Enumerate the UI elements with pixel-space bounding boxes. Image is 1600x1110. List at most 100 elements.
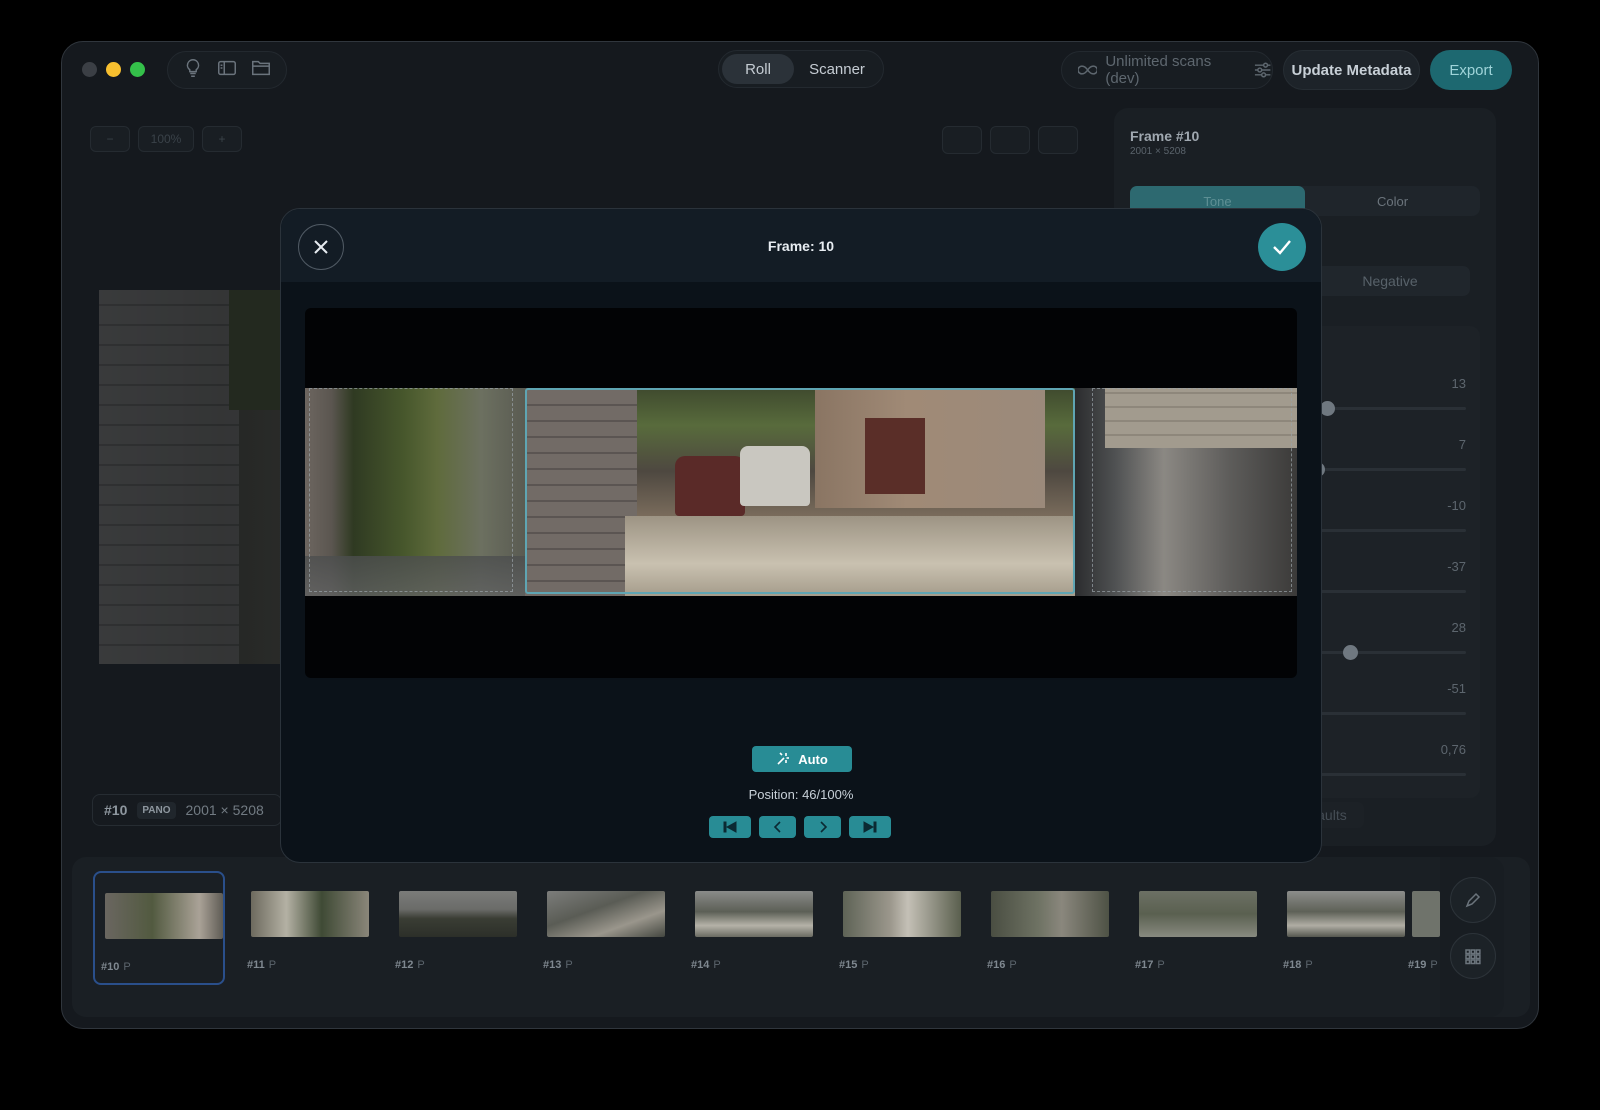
film-frame[interactable]: #18 P <box>1277 871 1409 985</box>
sliders-icon <box>1254 62 1271 78</box>
frame-tag: P <box>123 961 131 973</box>
dialog-header: Frame: 10 <box>281 209 1321 282</box>
checkmark-icon <box>1273 240 1291 255</box>
slider-track[interactable] <box>1300 712 1466 715</box>
zoom-level[interactable]: 100% <box>138 126 194 152</box>
slider-value: 13 <box>1451 376 1466 391</box>
slider-knob[interactable] <box>1343 645 1358 660</box>
frame-tag: P <box>861 959 869 971</box>
export-button[interactable]: Export <box>1430 50 1512 90</box>
position-readout: Position: 46/100% <box>748 787 854 802</box>
slider-value: 28 <box>1451 620 1466 635</box>
chevron-right-icon <box>819 821 827 833</box>
frame-tag: P <box>1157 959 1165 971</box>
rotate-icon[interactable] <box>942 126 982 154</box>
film-frame[interactable]: #14 P <box>685 871 817 985</box>
view-mode-segmented: Roll Scanner <box>718 50 884 88</box>
zoom-out-icon[interactable]: − <box>90 126 130 152</box>
frame-tag: P <box>417 959 425 971</box>
slider-value: -37 <box>1447 559 1466 574</box>
frame-info-chip: #10 PANO 2001 × 5208 <box>92 794 282 826</box>
flip-icon[interactable] <box>990 126 1030 154</box>
frame-label: #18 <box>1283 959 1302 971</box>
tab-scanner[interactable]: Scanner <box>794 54 880 84</box>
slider-value: 7 <box>1458 437 1466 452</box>
panel-title: Frame #10 <box>1130 128 1200 144</box>
frame-tag: P <box>1430 959 1438 971</box>
frame-tag: P <box>1009 959 1017 971</box>
frame-label: #12 <box>395 959 414 971</box>
frame-label: #15 <box>839 959 858 971</box>
lightbulb-icon[interactable] <box>182 57 204 84</box>
pano-badge: PANO <box>137 801 176 819</box>
film-frame[interactable]: #19 P <box>1402 871 1442 985</box>
left-toolbar <box>167 51 287 89</box>
window-controls <box>82 62 145 77</box>
step-forward-button[interactable] <box>804 816 841 838</box>
previous-frame-outline <box>309 388 513 592</box>
auto-label: Auto <box>798 751 828 767</box>
slider-track[interactable] <box>1300 773 1466 776</box>
frame-navigation <box>709 816 891 838</box>
skip-to-start-button[interactable] <box>709 816 751 838</box>
frame-tag: P <box>565 959 573 971</box>
slider-track[interactable] <box>1300 462 1466 477</box>
zoom-controls: − 100% + <box>90 126 242 152</box>
frame-position-dialog: Frame: 10 Auto Position: 46/100% <box>280 208 1322 863</box>
image-tools <box>942 126 1078 154</box>
frame-tag: P <box>713 959 721 971</box>
tab-roll[interactable]: Roll <box>722 54 794 84</box>
slider-value: -51 <box>1447 681 1466 696</box>
film-frame[interactable]: #10 P <box>93 871 225 985</box>
minimize-window-button[interactable] <box>106 62 121 77</box>
slider-track[interactable] <box>1300 590 1466 593</box>
folder-icon[interactable] <box>250 57 272 84</box>
zoom-in-icon[interactable]: + <box>202 126 242 152</box>
slider-value: 0,76 <box>1440 742 1466 757</box>
slider-knob[interactable] <box>1320 401 1335 416</box>
confirm-button[interactable] <box>1258 223 1306 271</box>
slider-track[interactable] <box>1300 645 1466 660</box>
scans-label: Unlimited scans (dev) <box>1105 53 1212 87</box>
film-frame[interactable]: #12 P <box>389 871 521 985</box>
film-frame[interactable]: #16 P <box>981 871 1113 985</box>
film-frame[interactable]: #11 P <box>241 871 373 985</box>
close-window-button[interactable] <box>82 62 97 77</box>
next-frame-outline <box>1092 388 1292 592</box>
scans-indicator[interactable]: Unlimited scans (dev) <box>1061 51 1273 89</box>
step-back-button[interactable] <box>759 816 796 838</box>
frame-label: #10 <box>101 961 120 973</box>
negative-toggle[interactable]: Negative <box>1310 266 1470 296</box>
frame-tag: P <box>268 959 277 971</box>
frame-selection-box[interactable] <box>525 388 1075 594</box>
slider-track[interactable] <box>1300 529 1466 532</box>
frame-label: #13 <box>543 959 562 971</box>
frame-label: #11 <box>247 959 265 971</box>
slider-value: -10 <box>1447 498 1466 513</box>
auto-button[interactable]: Auto <box>752 746 852 772</box>
film-frame[interactable]: #13 P <box>537 871 669 985</box>
skip-back-icon <box>723 821 737 833</box>
filmstrip-actions <box>1440 857 1504 1017</box>
tab-color[interactable]: Color <box>1305 186 1480 216</box>
magic-wand-icon <box>777 752 790 765</box>
crop-icon[interactable] <box>1038 126 1078 154</box>
slider-track[interactable] <box>1300 401 1466 416</box>
skip-forward-icon <box>863 821 877 833</box>
frame-label: #16 <box>987 959 1006 971</box>
frame-label: #19 <box>1408 959 1427 971</box>
update-metadata-button[interactable]: Update Metadata <box>1283 50 1420 90</box>
panel-subtitle: 2001 × 5208 <box>1130 146 1186 157</box>
scanned-strip <box>305 388 1297 596</box>
pencil-icon[interactable] <box>1450 877 1496 923</box>
film-strip-viewer[interactable] <box>305 308 1297 678</box>
frame-number: #10 <box>104 802 128 818</box>
film-frame[interactable]: #15 P <box>833 871 965 985</box>
film-frame[interactable]: #17 P <box>1129 871 1261 985</box>
infinity-icon <box>1078 65 1098 75</box>
grid-icon[interactable] <box>1450 933 1496 979</box>
frame-label: #17 <box>1135 959 1154 971</box>
skip-to-end-button[interactable] <box>849 816 891 838</box>
sidebar-icon[interactable] <box>216 57 238 84</box>
maximize-window-button[interactable] <box>130 62 145 77</box>
